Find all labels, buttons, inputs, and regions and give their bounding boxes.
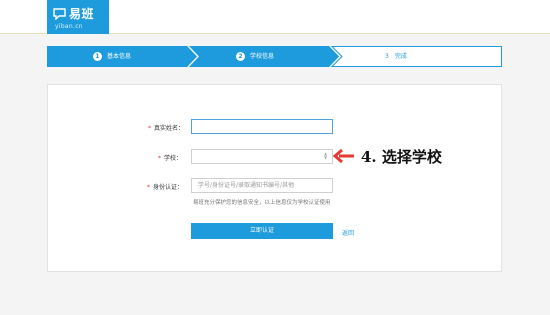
name-input[interactable] — [191, 119, 333, 134]
left-arrow-icon — [333, 149, 354, 163]
annotation-text: 4. 选择学校 — [361, 147, 442, 166]
required-mark: * — [158, 155, 161, 162]
submit-button[interactable]: 立即认证 — [191, 223, 333, 239]
id-input-placeholder: 学号/身份证号/录取通知书编号/其他 — [198, 182, 295, 189]
form-card: * 真实姓名： * 学校： ▲ ▼ * 身份认证： 学号/身份证号/录取通知书编号/其他… — [47, 84, 502, 272]
step-3-number: 3 — [385, 53, 389, 60]
name-label: * 真实姓名： — [148, 125, 185, 132]
id-hint: 易班充分保护您的信息安全，以上信息仅为学校认证使用 — [193, 200, 331, 206]
school-label: * 学校： — [158, 155, 183, 162]
back-link[interactable]: 返回 — [342, 228, 354, 237]
up-down-arrows-icon: ▲ ▼ — [323, 151, 328, 160]
school-select[interactable]: ▲ ▼ — [191, 149, 333, 164]
top-header: 易班 yiban.cn — [0, 0, 550, 34]
id-label: * 身份认证： — [147, 184, 184, 191]
site-logo[interactable]: 易班 yiban.cn — [47, 0, 109, 34]
step-1-number: 1 — [93, 52, 102, 61]
speech-bubble-icon — [53, 8, 66, 20]
step-3-shape — [330, 46, 502, 67]
id-input[interactable]: 学号/身份证号/录取通知书编号/其他 — [191, 178, 333, 193]
logo-domain: yiban.cn — [55, 23, 83, 30]
progress-steps: 1 基本信息 2 学校信息 3 完成 — [47, 46, 502, 67]
required-mark: * — [148, 125, 151, 132]
step-1: 1 基本信息 — [93, 51, 131, 62]
step-2-number: 2 — [236, 52, 245, 61]
step-2-label: 学校信息 — [250, 53, 275, 60]
required-mark: * — [147, 184, 150, 191]
step-2: 2 学校信息 — [236, 51, 274, 62]
step-3-label: 完成 — [394, 53, 407, 60]
step-3: 3 完成 — [385, 51, 407, 62]
annotation: 4. 选择学校 — [333, 145, 442, 167]
step-1-label: 基本信息 — [107, 53, 132, 60]
logo-name: 易班 — [69, 7, 95, 21]
